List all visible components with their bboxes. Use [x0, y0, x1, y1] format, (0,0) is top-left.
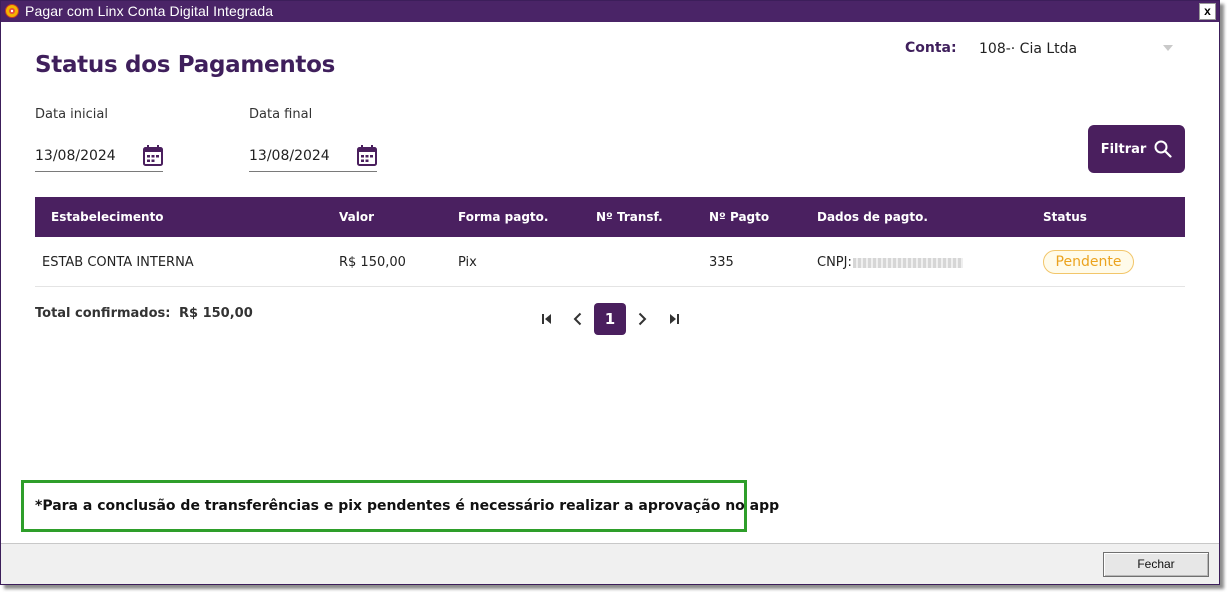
total-confirmados-value: R$ 150,00: [179, 306, 253, 321]
footer-bar: Fechar: [1, 543, 1219, 584]
data-final-value[interactable]: 13/08/2024: [249, 148, 330, 164]
status-badge: Pendente: [1043, 250, 1134, 274]
pagination: 1: [536, 303, 686, 335]
column-header-valor[interactable]: Valor: [339, 210, 374, 224]
data-final-label: Data final: [249, 107, 313, 122]
title-bar[interactable]: Pagar com Linx Conta Digital Integrada x: [1, 1, 1219, 22]
last-page-icon[interactable]: [666, 311, 682, 327]
approval-notice: *Para a conclusão de transferências e pi…: [21, 480, 779, 532]
cell-dados-pagto: CNPJ:: [817, 255, 963, 270]
cell-valor: R$ 150,00: [339, 255, 406, 270]
redacted-cnpj: [852, 257, 963, 268]
window-close-button[interactable]: x: [1199, 3, 1216, 20]
data-inicial-field[interactable]: 13/08/2024: [35, 142, 163, 172]
first-page-icon[interactable]: [539, 311, 555, 327]
window-title: Pagar com Linx Conta Digital Integrada: [25, 3, 274, 19]
column-header-dados-pagto[interactable]: Dados de pagto.: [817, 210, 928, 224]
column-header-forma-pagto[interactable]: Forma pagto.: [458, 210, 548, 224]
conta-dropdown[interactable]: 108-· Cia Ltda: [979, 41, 1179, 61]
page-title: Status dos Pagamentos: [35, 52, 335, 78]
column-header-n-pagto[interactable]: Nº Pagto: [709, 210, 769, 224]
current-page-button[interactable]: 1: [594, 303, 626, 335]
chevron-down-icon[interactable]: [1163, 45, 1173, 51]
filter-button-label: Filtrar: [1100, 141, 1147, 157]
search-icon: [1154, 140, 1172, 158]
calendar-icon[interactable]: [357, 145, 377, 166]
cell-forma-pagto: Pix: [458, 255, 477, 270]
previous-page-icon[interactable]: [570, 311, 586, 327]
total-confirmados-label: Total confirmados:: [35, 306, 171, 321]
cell-n-pagto: 335: [709, 255, 734, 270]
cell-estabelecimento: ESTAB CONTA INTERNA: [42, 255, 194, 270]
dialog-window: Pagar com Linx Conta Digital Integrada x…: [0, 0, 1220, 585]
cnpj-label: CNPJ:: [817, 255, 852, 270]
approval-notice-text: *Para a conclusão de transferências e pi…: [35, 498, 780, 514]
table-row[interactable]: ESTAB CONTA INTERNA R$ 150,00 Pix 335 CN…: [35, 237, 1185, 287]
column-header-n-transf[interactable]: Nº Transf.: [596, 210, 663, 224]
column-header-status[interactable]: Status: [1043, 210, 1087, 224]
app-icon: [5, 4, 19, 18]
conta-selected-value: 108-· Cia Ltda: [979, 41, 1078, 57]
next-page-icon[interactable]: [634, 311, 650, 327]
data-inicial-label: Data inicial: [35, 107, 108, 122]
data-final-field[interactable]: 13/08/2024: [249, 142, 377, 172]
calendar-icon[interactable]: [143, 145, 163, 166]
conta-label: Conta:: [905, 40, 957, 56]
data-inicial-value[interactable]: 13/08/2024: [35, 148, 116, 164]
filter-button[interactable]: Filtrar: [1088, 125, 1185, 173]
fechar-button[interactable]: Fechar: [1103, 552, 1209, 577]
table-header: Estabelecimento Valor Forma pagto. Nº Tr…: [35, 197, 1185, 237]
column-header-estabelecimento[interactable]: Estabelecimento: [51, 210, 164, 224]
